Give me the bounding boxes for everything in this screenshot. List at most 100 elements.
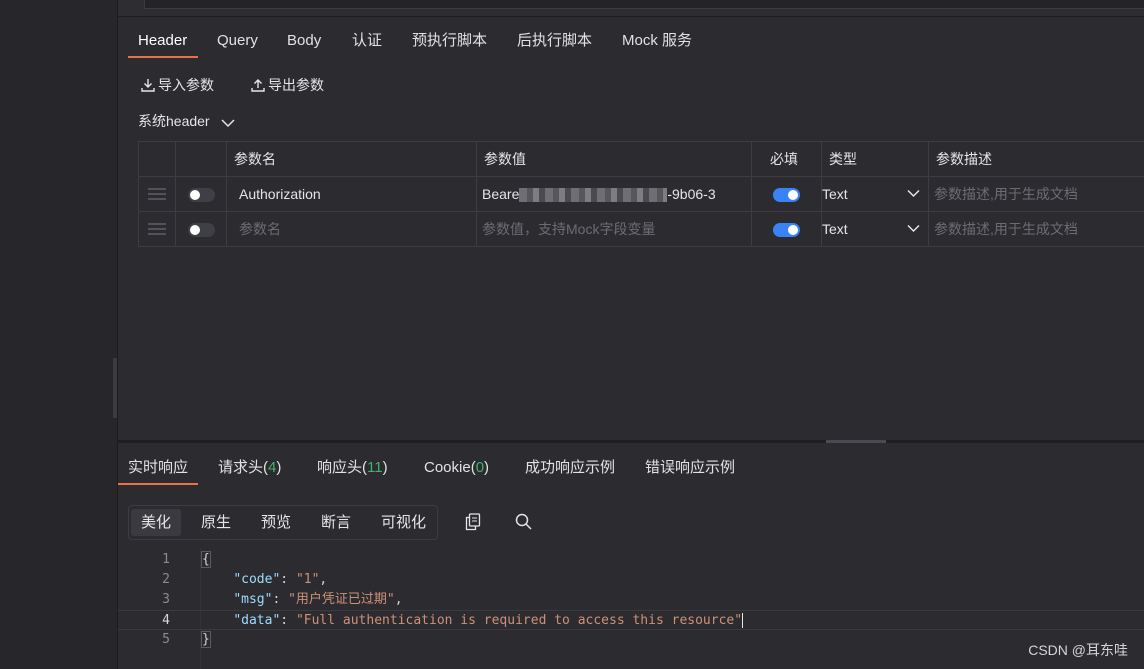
close-paren: )	[276, 459, 282, 476]
column-header-description: 参数描述	[928, 141, 1144, 177]
line-number: 5	[162, 632, 170, 647]
view-visualize-button[interactable]: 可视化	[371, 509, 436, 536]
column-header-value: 参数值	[476, 141, 752, 177]
code-line: 5 }	[118, 630, 1144, 650]
rail-resize-handle[interactable]	[113, 358, 117, 418]
drag-column-header	[138, 141, 176, 177]
table-row: Authorization Beare -9b06-3 Text 参数描述,用于生…	[138, 176, 1144, 212]
active-tab-indicator	[128, 56, 198, 58]
json-value-msg: "用户凭证已过期"	[288, 592, 395, 607]
copy-icon	[465, 513, 481, 531]
import-params-label: 导入参数	[158, 77, 214, 93]
response-headers-label: 响应头(	[317, 459, 367, 476]
close-brace: }	[201, 631, 211, 648]
left-rail	[0, 0, 118, 669]
chevron-down-icon	[907, 224, 920, 233]
export-params-label: 导出参数	[268, 77, 324, 93]
code-line-current: 4 "data": "Full authentication is requir…	[118, 610, 1144, 630]
system-header-toggle[interactable]: 系统header	[138, 110, 236, 132]
param-name-input[interactable]: Authorization	[226, 176, 477, 212]
column-header-name: 参数名	[226, 141, 477, 177]
search-icon	[515, 513, 532, 530]
export-params-button[interactable]: 导出参数	[250, 74, 324, 96]
params-table: 参数名 参数值 必填 类型 参数描述 Authorization Beare -9…	[138, 141, 1144, 247]
watermark: CSDN @耳东哇	[1028, 642, 1128, 658]
table-header-row: 参数名 参数值 必填 类型 参数描述	[138, 141, 1144, 177]
response-headers-count: 11	[367, 459, 383, 476]
tab-query[interactable]: Query	[207, 24, 268, 58]
table-row: 参数名 参数值，支持Mock字段变量 Text 参数描述,用于生成文档	[138, 211, 1144, 247]
line-number: 2	[162, 572, 170, 587]
type-select[interactable]: Text	[821, 211, 929, 247]
drag-handle[interactable]	[138, 211, 176, 247]
code-line: 3 "msg": "用户凭证已过期",	[118, 590, 1144, 610]
tab-realtime-response[interactable]: 实时响应	[128, 452, 188, 484]
close-paren: )	[484, 459, 490, 476]
copy-button[interactable]	[465, 513, 481, 534]
required-toggle[interactable]	[773, 223, 800, 238]
param-name-placeholder: 参数名	[239, 221, 281, 237]
tab-cookie[interactable]: Cookie(0)	[424, 452, 489, 484]
description-placeholder: 参数描述,用于生成文档	[934, 186, 1078, 202]
chevron-down-icon	[221, 119, 236, 128]
json-key-code: "code"	[233, 572, 281, 587]
panel-splitter[interactable]	[118, 440, 1144, 443]
param-value-placeholder: 参数值，支持Mock字段变量	[482, 221, 656, 237]
tab-response-headers[interactable]: 响应头(11)	[317, 452, 388, 484]
search-button[interactable]	[515, 513, 532, 533]
param-value-input[interactable]: 参数值，支持Mock字段变量	[476, 211, 752, 247]
cookie-label: Cookie(	[424, 459, 476, 476]
json-key-msg: "msg"	[233, 592, 273, 607]
param-description-input[interactable]: 参数描述,用于生成文档	[928, 211, 1144, 247]
redacted-value	[519, 188, 668, 203]
cookie-count: 0	[475, 459, 485, 476]
tab-pre-script[interactable]: 预执行脚本	[402, 24, 497, 58]
line-number: 3	[162, 592, 170, 607]
tab-mock-service[interactable]: Mock 服务	[612, 24, 702, 58]
import-params-button[interactable]: 导入参数	[140, 74, 214, 96]
param-value-prefix: Beare	[482, 185, 520, 202]
json-value-data: "Full authentication is required to acce…	[295, 613, 743, 628]
view-assert-button[interactable]: 断言	[311, 509, 361, 536]
line-number: 4	[162, 613, 170, 628]
request-headers-label: 请求头(	[218, 459, 268, 476]
tab-error-example[interactable]: 错误响应示例	[645, 452, 735, 484]
upload-icon	[251, 79, 265, 92]
tab-request-headers[interactable]: 请求头(4)	[218, 452, 281, 484]
response-body-editor[interactable]: 1 { 2 "code": "1", 3 "msg": "用户凭证已过期", 4…	[118, 550, 1144, 650]
url-bar-area	[118, 0, 1144, 17]
enable-toggle[interactable]	[187, 223, 215, 238]
param-value-input[interactable]: Beare -9b06-3	[476, 176, 752, 212]
type-select[interactable]: Text	[821, 176, 929, 212]
view-raw-button[interactable]: 原生	[191, 509, 241, 536]
view-pretty-button[interactable]: 美化	[131, 509, 182, 536]
column-header-type: 类型	[821, 141, 929, 177]
tab-post-script[interactable]: 后执行脚本	[507, 24, 602, 58]
param-name-input[interactable]: 参数名	[226, 211, 477, 247]
view-preview-button[interactable]: 预览	[251, 509, 301, 536]
chevron-down-icon	[907, 189, 920, 198]
description-placeholder: 参数描述,用于生成文档	[934, 221, 1078, 237]
tab-body[interactable]: Body	[277, 24, 331, 58]
active-response-tab-indicator	[118, 483, 198, 485]
param-description-input[interactable]: 参数描述,用于生成文档	[928, 176, 1144, 212]
text-caret	[742, 613, 744, 628]
tab-header[interactable]: Header	[128, 24, 197, 58]
json-key-data: "data"	[233, 613, 281, 628]
system-header-label: 系统header	[138, 113, 210, 129]
splitter-handle[interactable]	[826, 440, 886, 443]
enable-toggle[interactable]	[187, 188, 215, 203]
json-value-code: "1"	[295, 572, 320, 587]
param-value-suffix: -9b06-3	[667, 185, 716, 202]
enable-column-header	[175, 141, 227, 177]
tab-auth[interactable]: 认证	[342, 24, 392, 58]
type-select-value: Text	[822, 186, 848, 202]
drag-handle[interactable]	[138, 176, 176, 212]
view-mode-bar: 美化 原生 预览 断言 可视化	[128, 505, 438, 540]
url-input-edge[interactable]	[144, 0, 1144, 9]
tab-success-example[interactable]: 成功响应示例	[525, 452, 615, 484]
required-toggle[interactable]	[773, 188, 800, 203]
drag-handle-icon	[148, 188, 166, 200]
type-select-value: Text	[822, 221, 848, 237]
column-header-required: 必填	[751, 141, 822, 177]
